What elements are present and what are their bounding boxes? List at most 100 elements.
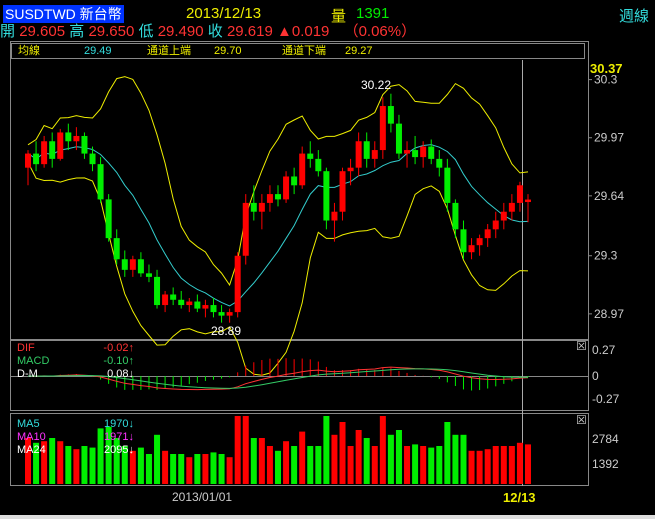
candle-body	[202, 305, 209, 309]
volume-bar	[379, 416, 386, 484]
volume-bar	[404, 446, 411, 484]
candle-body	[525, 199, 531, 203]
candle-body	[516, 185, 523, 203]
dif-arrow-icon: ↑	[128, 342, 135, 354]
dm-arrow-icon: ↓	[128, 368, 135, 380]
candle-body	[275, 194, 281, 200]
volume-tick-top: 2784	[592, 432, 619, 446]
volume-bar	[145, 454, 152, 484]
price-tick-label: 28.97	[594, 307, 624, 321]
dif-label: DIF	[17, 342, 35, 354]
volume-bar	[323, 416, 330, 484]
candle-body	[323, 171, 330, 221]
candle-body	[226, 312, 233, 316]
candle-body	[420, 146, 427, 158]
candle-body	[250, 202, 257, 212]
volume-bar	[315, 446, 322, 484]
candle-body	[299, 153, 306, 186]
volume-bar	[363, 438, 370, 484]
candle-body	[41, 141, 48, 165]
candle-body	[129, 259, 136, 270]
candle-layer	[25, 93, 531, 323]
candle-body	[404, 150, 411, 154]
volume-bar	[226, 457, 233, 484]
last-price-label: 30.37	[590, 61, 623, 76]
candle-body	[371, 150, 378, 159]
candle-body	[178, 299, 185, 306]
volume-bar	[476, 450, 483, 484]
volume-bar	[444, 422, 451, 484]
volume-bar	[307, 446, 314, 484]
candle-body	[291, 176, 298, 186]
volume-bar	[73, 449, 80, 484]
candle-body	[387, 106, 394, 124]
volume-bar	[452, 434, 459, 484]
ma10-value: 1971	[104, 431, 129, 443]
volume-bar	[202, 454, 209, 484]
volume-bar	[137, 447, 144, 484]
candle-body	[444, 167, 451, 203]
candle-body	[234, 255, 241, 313]
candle-body	[428, 146, 435, 159]
volume-bar	[234, 416, 241, 484]
x-start-label: 2013/01/01	[172, 490, 233, 504]
scroll-strip[interactable]	[0, 515, 655, 519]
candle-body	[339, 171, 346, 212]
volume-bar	[508, 446, 515, 484]
volume-bar	[436, 446, 443, 484]
candle-body	[484, 229, 491, 239]
candle-body	[395, 123, 402, 154]
candle-body	[315, 158, 322, 172]
volume-bar	[242, 416, 249, 484]
candle-body	[73, 135, 80, 142]
volume-bar	[347, 446, 354, 484]
dif-value: -0.02	[103, 342, 129, 354]
candle-body	[307, 153, 314, 159]
macd-legend: DIF MACD D-M	[17, 342, 49, 381]
candle-body	[347, 167, 354, 172]
volume-bar	[460, 434, 467, 484]
macd-tick-bottom: -0.27	[592, 392, 620, 406]
candle-body	[266, 194, 273, 203]
volume-values: 1970↓ 1971↓ 2095↓	[90, 418, 134, 457]
ma10-label: MA10	[17, 431, 46, 443]
price-panel-frame	[10, 41, 589, 340]
low-annotation: 28.89	[211, 324, 242, 338]
candle-body	[81, 135, 88, 154]
chart-window: SUSDTWD 新台幣 2013/12/13 量 1391 週線 開 29.60…	[0, 0, 655, 519]
volume-bar	[492, 446, 499, 484]
close-volume-icon[interactable]: ☒	[576, 413, 587, 427]
volume-bar	[371, 446, 378, 484]
volume-bar	[210, 452, 217, 484]
candle-body	[508, 202, 515, 212]
close-macd-icon[interactable]: ☒	[576, 339, 587, 353]
candle-body	[363, 141, 370, 159]
volume-bar	[154, 434, 161, 484]
ma24-arrow-icon: ↓	[128, 444, 135, 456]
macd-values: -0.02↑ -0.10↑ 0.08↓	[90, 342, 134, 381]
candle-body	[258, 202, 265, 212]
volume-legend: MA5 MA10 MA24	[17, 418, 46, 457]
volume-bar	[355, 430, 362, 484]
candle-body	[89, 153, 96, 165]
candle-body	[283, 176, 290, 200]
volume-bar	[178, 454, 185, 484]
volume-bar	[428, 447, 435, 484]
candle-body	[137, 259, 144, 274]
volume-bar	[420, 446, 427, 484]
macd-tick-top: 0.27	[592, 343, 616, 357]
volume-bar	[186, 457, 193, 484]
dm-value: 0.08	[107, 368, 129, 380]
ma5-arrow-icon: ↓	[128, 418, 135, 430]
volume-bar	[516, 442, 523, 484]
ma5-value: 1970	[104, 418, 129, 430]
volume-bar	[162, 450, 169, 484]
volume-bar	[258, 438, 265, 484]
ma5-label: MA5	[17, 418, 40, 430]
candle-body	[97, 164, 104, 200]
candle-body	[65, 132, 72, 142]
tick-layer: 30.329.9729.6429.328.97	[588, 73, 624, 321]
candle-body	[121, 259, 128, 270]
volume-bar	[291, 446, 298, 484]
volume-bar	[65, 446, 72, 484]
